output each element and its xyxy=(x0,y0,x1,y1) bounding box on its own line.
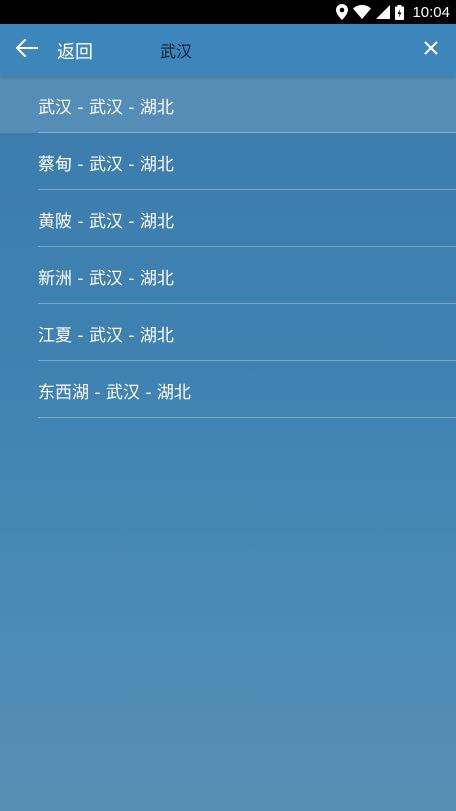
back-label[interactable]: 返回 xyxy=(57,38,93,64)
divider xyxy=(38,417,456,418)
result-item-xinzhou[interactable]: 新洲 - 武汉 - 湖北 xyxy=(0,247,456,304)
arrow-left-icon xyxy=(15,38,38,61)
status-bar: 10:04 xyxy=(0,0,456,24)
result-item-dongxihu[interactable]: 东西湖 - 武汉 - 湖北 xyxy=(0,361,456,418)
wifi-icon xyxy=(353,5,372,19)
result-item-wuhan[interactable]: 武汉 - 武汉 - 湖北 xyxy=(0,76,456,133)
status-time: 10:04 xyxy=(412,3,450,21)
clear-search-button[interactable] xyxy=(414,33,448,67)
location-icon xyxy=(336,4,349,20)
result-label: 黄陂 - 武汉 - 湖北 xyxy=(38,212,174,232)
signal-icon xyxy=(376,5,391,19)
result-label: 东西湖 - 武汉 - 湖北 xyxy=(38,383,191,403)
app-bar: 返回 xyxy=(0,24,456,76)
results-list: 武汉 - 武汉 - 湖北 蔡甸 - 武汉 - 湖北 黄陂 - 武汉 - 湖北 新… xyxy=(0,76,456,418)
close-icon xyxy=(423,40,439,60)
result-label: 武汉 - 武汉 - 湖北 xyxy=(38,98,174,118)
result-label: 蔡甸 - 武汉 - 湖北 xyxy=(38,155,174,175)
search-input[interactable] xyxy=(150,34,390,66)
back-button[interactable] xyxy=(10,33,44,67)
battery-icon xyxy=(395,4,405,20)
result-item-huangpi[interactable]: 黄陂 - 武汉 - 湖北 xyxy=(0,190,456,247)
result-label: 新洲 - 武汉 - 湖北 xyxy=(38,269,174,289)
result-item-caidian[interactable]: 蔡甸 - 武汉 - 湖北 xyxy=(0,133,456,190)
result-label: 江夏 - 武汉 - 湖北 xyxy=(38,326,174,346)
result-item-jiangxia[interactable]: 江夏 - 武汉 - 湖北 xyxy=(0,304,456,361)
